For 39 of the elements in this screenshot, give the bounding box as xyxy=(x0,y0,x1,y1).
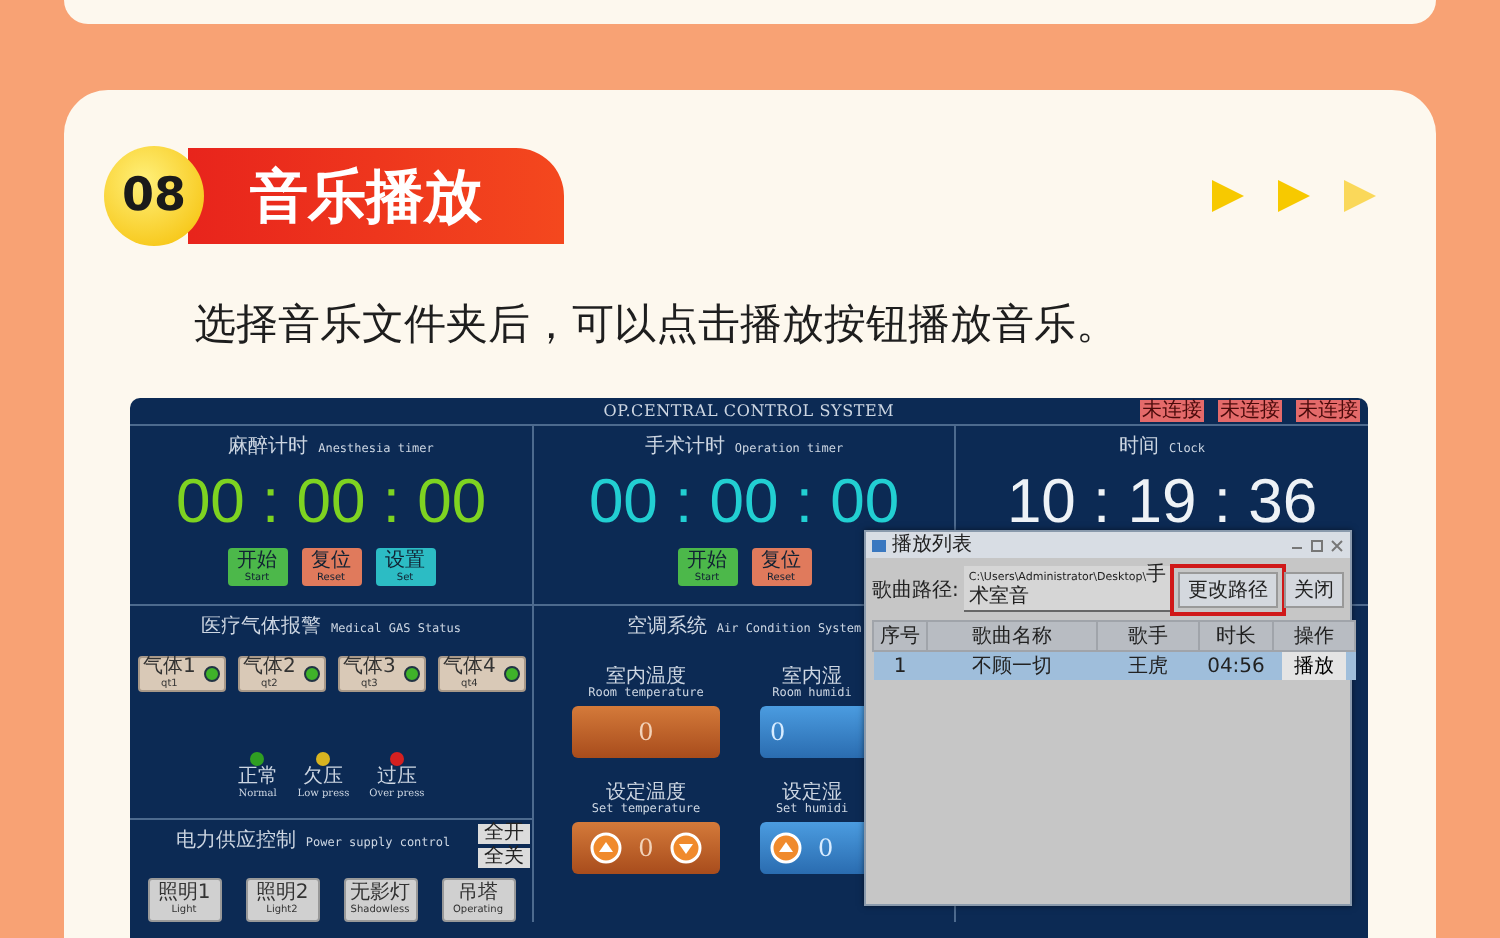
section-title: 空调系统 xyxy=(626,613,707,640)
reading-display: 0 xyxy=(572,706,720,758)
section-title: 电力供应控制 xyxy=(175,827,296,854)
section-title: 时间 xyxy=(1118,433,1159,460)
dialog-button[interactable]: 关闭 xyxy=(1284,571,1344,607)
column-header: 歌手 xyxy=(1097,621,1199,651)
status-tag: 未连接 xyxy=(1296,400,1360,422)
timer-display: 00 : 00 : 00 xyxy=(588,466,900,536)
table-cell: 1 xyxy=(873,651,927,680)
timer-display: 00 : 00 : 00 xyxy=(175,466,487,538)
triangle-arrows-icon xyxy=(1212,178,1376,214)
timer-display: 10 : 19 : 36 xyxy=(1006,466,1318,538)
window-title: 播放列表 xyxy=(892,533,974,557)
play-button[interactable]: 播放 xyxy=(1282,652,1346,680)
column-header: 操作 xyxy=(1273,621,1355,651)
power-button[interactable]: 全关 xyxy=(478,848,531,868)
column-header: 歌曲名称 xyxy=(927,621,1097,651)
description-text: 选择音乐文件夹后，可以点击播放按钮播放音乐。 xyxy=(194,298,1120,350)
setpoint-value: 0 xyxy=(638,834,654,862)
maximize-icon[interactable] xyxy=(1310,537,1324,553)
app-title: OP.CENTRAL CONTROL SYSTEM xyxy=(603,402,895,420)
setpoint-value: 0 xyxy=(818,834,834,862)
status-tag: 未连接 xyxy=(1140,400,1204,422)
table-cell: 王虎 xyxy=(1097,651,1199,680)
section-title: 手术计时 xyxy=(644,433,725,460)
field-label: 歌曲路径: xyxy=(872,577,959,603)
number-badge: 08 xyxy=(104,146,204,246)
window-icon xyxy=(872,537,886,553)
status-tag: 未连接 xyxy=(1218,400,1282,422)
column-header: 序号 xyxy=(873,621,927,651)
table-cell: 不顾一切 xyxy=(927,651,1097,680)
section-title: 麻醉计时 xyxy=(228,433,309,460)
section-title: 医疗气体报警 xyxy=(200,613,321,640)
close-icon[interactable] xyxy=(1330,537,1344,553)
section-banner: 音乐播放 xyxy=(188,148,564,244)
column-header: 时长 xyxy=(1199,621,1273,651)
reading-display: 0 xyxy=(760,706,864,758)
table-cell: 04:56 xyxy=(1199,651,1273,680)
power-button[interactable]: 全开 xyxy=(478,824,531,844)
